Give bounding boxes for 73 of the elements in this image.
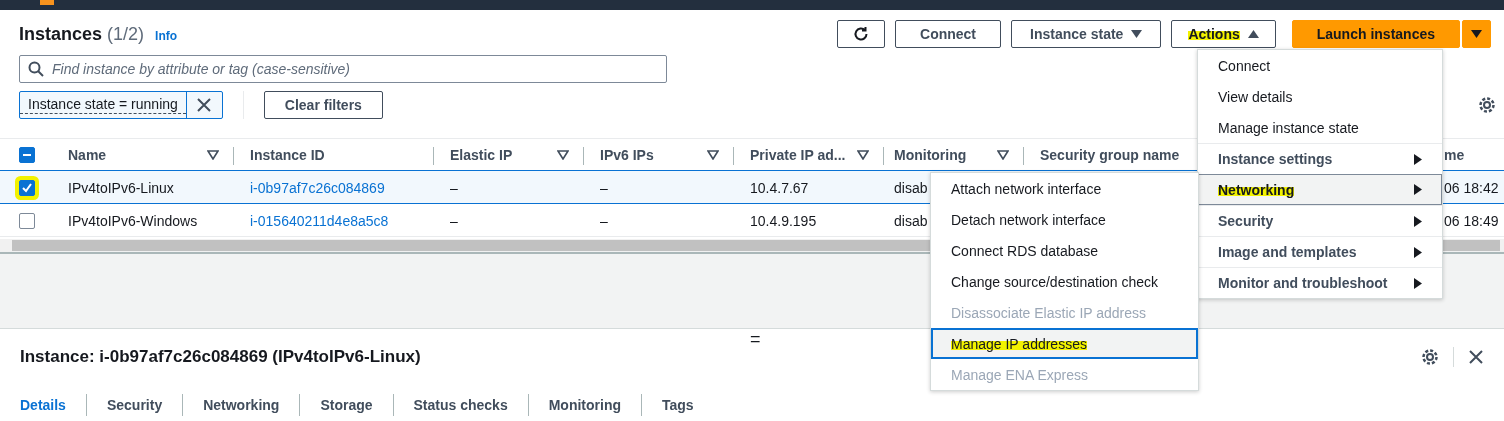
table-cell: 06 18:49: [1444, 212, 1499, 229]
table-cell: disab: [894, 212, 928, 229]
menu-item[interactable]: Manage instance state: [1198, 112, 1442, 143]
column-header[interactable]: Elastic IP: [450, 147, 513, 163]
table-cell[interactable]: i-0b97af7c26c084869: [250, 179, 385, 196]
column-header[interactable]: Name: [68, 147, 107, 163]
launch-dropdown-button[interactable]: [1462, 20, 1491, 48]
launch-instances-button[interactable]: Launch instances: [1291, 20, 1460, 48]
settings-icon[interactable]: [1478, 96, 1496, 114]
column-header[interactable]: Instance ID: [250, 147, 325, 163]
resize-handle[interactable]: =: [750, 329, 761, 350]
table-cell: –: [450, 179, 458, 196]
filter-label: Instance state = running: [20, 92, 186, 114]
filter-icon[interactable]: [707, 150, 719, 160]
column-header[interactable]: IPv6 IPs: [600, 147, 654, 163]
caret-icon: [1131, 30, 1143, 38]
menu-item[interactable]: Detach network interface: [931, 204, 1198, 235]
menu-item[interactable]: View details: [1198, 81, 1442, 112]
connect-button[interactable]: Connect: [895, 20, 1001, 48]
table-cell[interactable]: i-015640211d4e8a5c8: [250, 212, 389, 229]
detail-tab[interactable]: Networking: [203, 397, 280, 413]
menu-item[interactable]: Change source/destination check: [931, 266, 1198, 297]
table-cell: –: [600, 179, 608, 196]
column-header[interactable]: Monitoring: [894, 147, 967, 163]
refresh-button[interactable]: [837, 20, 885, 48]
instance-title: Instance: i-0b97af7c26c084869 (IPv4toIPv6-Linux): [20, 347, 421, 367]
search-field[interactable]: Find instance by attribute or tag (case-sensitive): [19, 55, 667, 83]
caret-icon: [1414, 153, 1422, 165]
table-cell: 10.4.7.67: [750, 179, 809, 196]
table-cell: 06 18:42: [1444, 179, 1499, 196]
table-cell: –: [600, 212, 608, 229]
actions-button[interactable]: Actions: [1171, 20, 1276, 48]
caret-icon: [1414, 184, 1422, 195]
table-cell: IPv4toIPv6-Windows: [68, 212, 198, 229]
settings-icon[interactable]: [1421, 348, 1439, 366]
detail-tab[interactable]: Tags: [662, 397, 694, 413]
table-cell: –: [450, 212, 458, 229]
caret-icon: [1471, 30, 1482, 38]
logo-icon: [40, 0, 54, 5]
filter-icon[interactable]: [997, 150, 1009, 160]
caret-icon: [1247, 30, 1259, 38]
selection-count: (1/2): [107, 23, 145, 45]
filter-icon[interactable]: [857, 150, 869, 160]
caret-icon: [1414, 246, 1422, 258]
table-cell: disab: [894, 179, 928, 196]
search-icon: [28, 61, 44, 77]
row-checkbox[interactable]: [19, 212, 35, 229]
filter-icon[interactable]: [207, 150, 219, 160]
detail-tab[interactable]: Details: [20, 397, 66, 413]
info-link[interactable]: Info: [155, 28, 178, 43]
column-header[interactable]: Security group name: [1040, 147, 1180, 163]
table-cell: IPv4toIPv6-Linux: [68, 179, 174, 196]
filter-icon[interactable]: [557, 150, 569, 160]
instance-state-button[interactable]: Instance state: [1011, 20, 1162, 48]
caret-icon: [1414, 215, 1422, 227]
filter-chip[interactable]: Instance state = running: [19, 91, 223, 119]
page-title: Instances: [19, 23, 103, 45]
caret-icon: [1414, 277, 1422, 289]
clear-filters-button[interactable]: Clear filters: [263, 91, 383, 119]
detail-tab[interactable]: Monitoring: [548, 397, 621, 413]
detail-tab[interactable]: Security: [106, 397, 163, 413]
detail-tab[interactable]: Storage: [320, 397, 373, 413]
refresh-icon: [852, 25, 870, 43]
close-icon[interactable]: [1468, 349, 1484, 365]
close-icon: [197, 98, 212, 112]
detail-tab[interactable]: Status checks: [413, 397, 508, 413]
table-cell: 10.4.9.195: [750, 212, 817, 229]
select-all-checkbox[interactable]: [19, 147, 35, 163]
menu-item[interactable]: Connect RDS database: [931, 235, 1198, 266]
menu-item[interactable]: Attach network interface: [931, 173, 1198, 204]
menu-item[interactable]: Connect: [1198, 50, 1442, 81]
column-header[interactable]: me: [1444, 147, 1465, 163]
column-header[interactable]: Private IP ad...: [750, 147, 846, 163]
